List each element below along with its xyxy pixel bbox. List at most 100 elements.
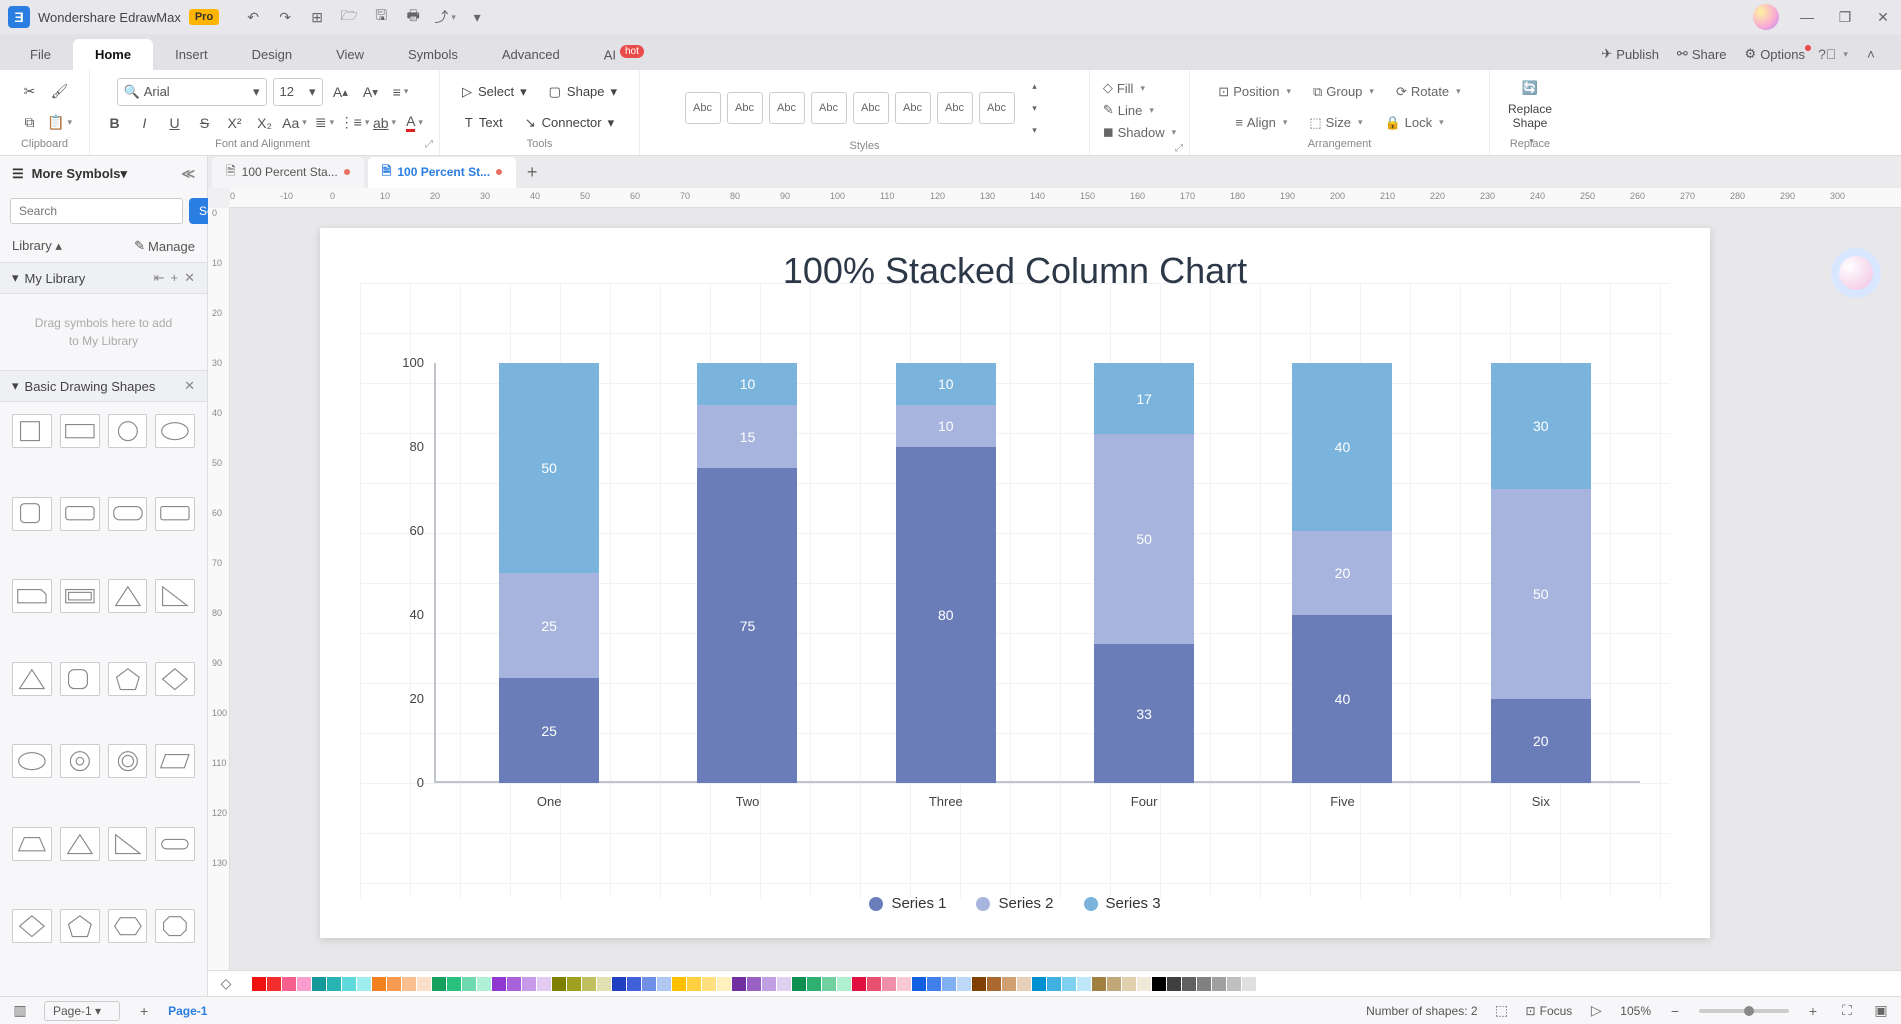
style-7[interactable]: Abc <box>937 92 973 124</box>
shape-pentagon2[interactable] <box>60 909 100 943</box>
color-swatch[interactable] <box>327 977 341 991</box>
color-swatch[interactable] <box>732 977 746 991</box>
color-swatch[interactable] <box>612 977 626 991</box>
color-swatch[interactable] <box>882 977 896 991</box>
shrink-font-icon[interactable]: A▾ <box>359 80 383 104</box>
shape-ring[interactable] <box>108 744 148 778</box>
collapse-panel-icon[interactable]: ≪ <box>181 166 195 182</box>
highlight-icon[interactable]: ab <box>373 111 397 135</box>
color-swatch[interactable] <box>1092 977 1106 991</box>
more-symbols-label[interactable]: More Symbols▾ <box>32 166 127 182</box>
paste-icon[interactable]: 📋 <box>48 111 72 135</box>
play-icon[interactable]: ▷ <box>1586 1001 1606 1021</box>
chevron-down-icon[interactable]: ▾ <box>12 270 19 286</box>
canvas[interactable]: 100% Stacked Column Chart 020406080100 2… <box>230 208 1901 970</box>
shape-pill[interactable] <box>155 827 195 861</box>
color-swatch[interactable] <box>1032 977 1046 991</box>
color-swatch[interactable] <box>1227 977 1241 991</box>
color-swatch[interactable] <box>402 977 416 991</box>
maximize-icon[interactable]: ❐ <box>1835 7 1855 27</box>
group-button[interactable]: ⧉ Group <box>1309 82 1378 102</box>
line-button[interactable]: ✎ Line <box>1099 100 1180 120</box>
shape-sniprect[interactable] <box>12 579 52 613</box>
color-swatch[interactable] <box>552 977 566 991</box>
style-2[interactable]: Abc <box>727 92 763 124</box>
color-swatch[interactable] <box>462 977 476 991</box>
color-swatch[interactable] <box>1137 977 1151 991</box>
color-swatch[interactable] <box>942 977 956 991</box>
style-1[interactable]: Abc <box>685 92 721 124</box>
open-icon[interactable]: 🗁 <box>339 7 359 27</box>
font-size-select[interactable]: 12▾ <box>273 78 323 106</box>
color-swatch[interactable] <box>702 977 716 991</box>
shape-diamond[interactable] <box>155 662 195 696</box>
lock-button[interactable]: 🔒 Lock <box>1380 113 1447 133</box>
line-spacing-icon[interactable]: ≡ <box>389 80 413 104</box>
color-swatch[interactable] <box>357 977 371 991</box>
layers-icon[interactable]: ⬚ <box>1492 1001 1512 1021</box>
color-swatch[interactable] <box>867 977 881 991</box>
color-swatch[interactable] <box>642 977 656 991</box>
collapse-ribbon-icon[interactable]: ˄ <box>1861 44 1881 64</box>
color-swatch[interactable] <box>432 977 446 991</box>
fit-page-icon[interactable]: ⛶ <box>1837 1001 1857 1021</box>
add-page-icon[interactable]: + <box>134 1001 154 1021</box>
doc-tab-1[interactable]: 🗎 100 Percent Sta... <box>212 157 364 188</box>
color-swatch[interactable] <box>807 977 821 991</box>
zoom-slider[interactable] <box>1699 1009 1789 1013</box>
page[interactable]: 100% Stacked Column Chart 020406080100 2… <box>320 228 1710 938</box>
copy-icon[interactable]: ⧉ <box>18 111 42 135</box>
italic-icon[interactable]: I <box>133 111 157 135</box>
zoom-in-icon[interactable]: + <box>1803 1001 1823 1021</box>
shape-circle[interactable] <box>108 414 148 448</box>
color-swatch[interactable] <box>972 977 986 991</box>
options-button[interactable]: ⚙ Options <box>1745 46 1805 62</box>
color-swatch[interactable] <box>417 977 431 991</box>
color-swatch[interactable] <box>342 977 356 991</box>
select-tool[interactable]: ▷ Select ▾ <box>454 80 535 104</box>
shape-tool[interactable]: ▢ Shape ▾ <box>541 80 625 104</box>
color-swatch[interactable] <box>582 977 596 991</box>
style-next-icon[interactable]: ▾ <box>1025 98 1045 118</box>
tab-insert[interactable]: Insert <box>153 39 230 70</box>
color-swatch[interactable] <box>447 977 461 991</box>
color-swatch[interactable] <box>267 977 281 991</box>
color-swatch[interactable] <box>927 977 941 991</box>
color-swatch[interactable] <box>717 977 731 991</box>
style-4[interactable]: Abc <box>811 92 847 124</box>
color-swatch[interactable] <box>852 977 866 991</box>
color-swatch[interactable] <box>1197 977 1211 991</box>
color-swatch[interactable] <box>252 977 266 991</box>
color-swatch[interactable] <box>1047 977 1061 991</box>
help-icon[interactable]: ?⃝ <box>1823 44 1843 64</box>
shape-rect[interactable] <box>60 414 100 448</box>
tab-symbols[interactable]: Symbols <box>386 39 480 70</box>
export-icon[interactable]: ⤴ <box>435 7 455 27</box>
bar-six[interactable]: 205030Six <box>1491 363 1591 783</box>
color-swatch[interactable] <box>1242 977 1256 991</box>
color-swatch[interactable] <box>372 977 386 991</box>
symbol-search-input[interactable] <box>10 198 183 224</box>
color-swatch[interactable] <box>837 977 851 991</box>
font-name-select[interactable]: 🔍 Arial▾ <box>117 78 267 106</box>
color-swatch[interactable] <box>522 977 536 991</box>
bar-one[interactable]: 252550One <box>499 363 599 783</box>
color-swatch[interactable] <box>1152 977 1166 991</box>
color-swatch[interactable] <box>897 977 911 991</box>
color-swatch[interactable] <box>987 977 1001 991</box>
bar-five[interactable]: 402040Five <box>1292 363 1392 783</box>
import-lib-icon[interactable]: ⇤ <box>154 270 165 286</box>
bar-three[interactable]: 801010Three <box>896 363 996 783</box>
publish-button[interactable]: ✈ Publish <box>1601 46 1659 62</box>
color-swatch[interactable] <box>567 977 581 991</box>
bar-four[interactable]: 335017Four <box>1094 363 1194 783</box>
zoom-value[interactable]: 105% <box>1620 1004 1651 1018</box>
color-swatch[interactable] <box>237 977 251 991</box>
color-swatch[interactable] <box>312 977 326 991</box>
color-swatch[interactable] <box>1122 977 1136 991</box>
font-dialog-icon[interactable]: ⤢ <box>425 139 433 150</box>
shape-triangle2[interactable] <box>12 662 52 696</box>
color-swatch[interactable] <box>1077 977 1091 991</box>
tab-home[interactable]: Home <box>73 39 153 70</box>
color-swatch[interactable] <box>1107 977 1121 991</box>
